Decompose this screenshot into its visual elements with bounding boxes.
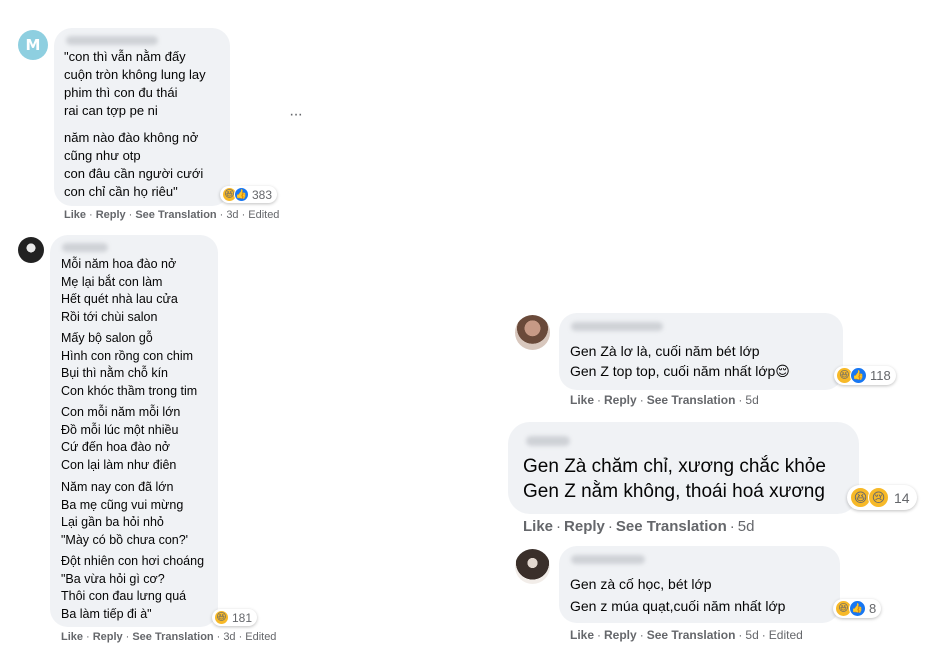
timestamp[interactable]: 5d <box>745 393 758 407</box>
edited-label: Edited <box>768 628 803 642</box>
like-link[interactable]: Like <box>570 628 594 642</box>
like-emoji-icon: 👍 <box>850 367 867 384</box>
comment-actions: Like · Reply · See Translation · 3d · Edited <box>64 209 280 221</box>
comment-text: Con mỗi năm mỗi lớn Đồ mỗi lúc một nhiều… <box>61 405 181 472</box>
reply-link[interactable]: Reply <box>93 631 123 643</box>
like-emoji-icon: 👍 <box>234 187 249 202</box>
commenter-name-blurred[interactable] <box>526 436 570 446</box>
comment-text: Năm nay con đã lớn Ba mẹ cũng vui mừng L… <box>61 480 189 547</box>
reaction-count: 14 <box>894 489 910 506</box>
see-translation-link[interactable]: See Translation <box>647 393 736 407</box>
commenter-avatar[interactable] <box>18 237 44 263</box>
commenter-name-blurred[interactable] <box>62 243 108 252</box>
commenter-avatar[interactable]: M <box>18 30 48 60</box>
reply-link[interactable]: Reply <box>96 209 126 221</box>
comment-text: Mỗi năm hoa đào nở Mẹ lại bắt con làm Hế… <box>61 257 178 324</box>
more-options-icon[interactable]: ··· <box>289 106 303 124</box>
comment-actions: Like · Reply · See Translation · 5d <box>523 518 755 535</box>
comment-text: Gen Z top top, cuối năm nhất lớp😌 <box>570 363 790 379</box>
reaction-count: 8 <box>869 601 877 616</box>
reaction-summary[interactable]: 😆 👍 8 <box>833 599 882 618</box>
commenter-name-blurred[interactable] <box>571 322 663 331</box>
see-translation-link[interactable]: See Translation <box>135 209 216 221</box>
like-link[interactable]: Like <box>523 518 553 535</box>
reaction-count: 383 <box>252 187 273 202</box>
comment-text: Gen Z nằm không, thoái hoá xương <box>523 481 825 502</box>
comment-actions: Like · Reply · See Translation · 5d · Edited <box>570 628 803 642</box>
like-link[interactable]: Like <box>61 631 83 643</box>
commenter-name-blurred[interactable] <box>571 555 645 564</box>
comment-text: Gen zà cố học, bét lớp <box>570 576 712 592</box>
comment-actions: Like · Reply · See Translation · 5d <box>570 393 759 407</box>
like-link[interactable]: Like <box>64 209 86 221</box>
commenter-avatar[interactable] <box>515 549 550 584</box>
sad-emoji-icon: 😢 <box>868 487 889 508</box>
reply-link[interactable]: Reply <box>564 518 605 535</box>
timestamp[interactable]: 3d <box>223 631 235 643</box>
see-translation-link[interactable]: See Translation <box>616 518 727 535</box>
reply-link[interactable]: Reply <box>604 393 637 407</box>
reaction-summary[interactable]: 😆 👍 118 <box>834 366 896 385</box>
like-link[interactable]: Like <box>570 393 594 407</box>
comment-text: Gen z múa quạt,cuối năm nhất lớp <box>570 598 786 614</box>
reaction-count: 181 <box>232 610 253 625</box>
timestamp[interactable]: 5d <box>738 518 755 535</box>
comment-actions: Like · Reply · See Translation · 3d · Edited <box>61 631 277 643</box>
like-emoji-icon: 👍 <box>849 600 866 617</box>
timestamp[interactable]: 5d <box>745 628 758 642</box>
reaction-summary[interactable]: 😆 181 <box>212 609 258 626</box>
comment-text: Đột nhiên con hơi choáng "Ba vừa hỏi gì … <box>61 554 205 621</box>
reaction-count: 118 <box>870 368 891 383</box>
comment-text: Gen Zà chăm chỉ, xương chắc khỏe <box>523 456 826 477</box>
timestamp[interactable]: 3d <box>226 209 238 221</box>
see-translation-link[interactable]: See Translation <box>647 628 736 642</box>
comment-text: "con thì vẫn nằm đấy cuộn tròn không lun… <box>64 49 206 118</box>
comment-text: năm nào đào không nở cũng như otp con đâ… <box>64 130 204 199</box>
haha-emoji-icon: 😆 <box>214 610 229 625</box>
see-translation-link[interactable]: See Translation <box>132 631 213 643</box>
commenter-name-blurred[interactable] <box>66 36 158 45</box>
reaction-summary[interactable]: 😆 👍 383 <box>220 186 278 203</box>
comment-text: Gen Zà lơ là, cuối năm bét lớp <box>570 343 760 359</box>
edited-label: Edited <box>248 209 280 221</box>
edited-label: Edited <box>245 631 277 643</box>
reaction-summary[interactable]: 😆 😢 14 <box>847 485 917 510</box>
reply-link[interactable]: Reply <box>604 628 637 642</box>
comment-text: Mấy bộ salon gỗ Hình con rồng con chim B… <box>61 331 198 398</box>
commenter-avatar[interactable] <box>515 315 550 350</box>
